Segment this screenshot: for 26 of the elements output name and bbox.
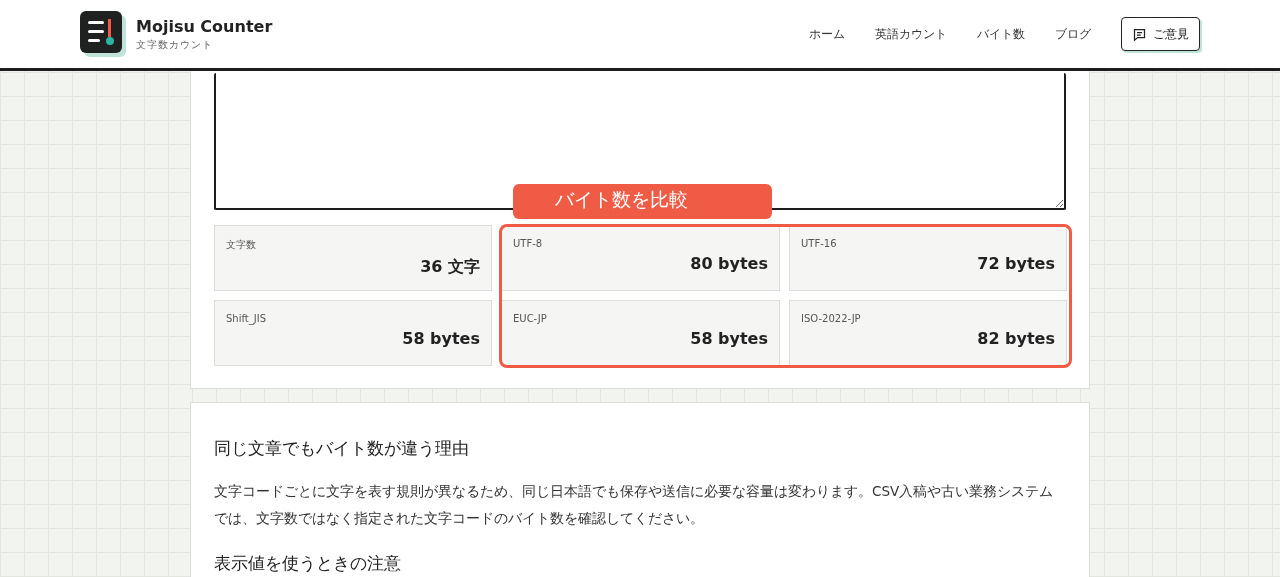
section-heading: 同じ文章でもバイト数が違う理由 bbox=[214, 437, 470, 460]
text-input-field[interactable] bbox=[214, 73, 1066, 210]
stat-value: 82 bytes bbox=[977, 329, 1055, 348]
stat-value: 36 文字 bbox=[420, 257, 480, 278]
nav-link[interactable]: バイト数 bbox=[977, 25, 1025, 43]
stat-label: ISO-2022-JP bbox=[801, 313, 862, 324]
stat-value: 58 bytes bbox=[690, 329, 768, 348]
site-title: Mojisu Counter bbox=[136, 16, 273, 36]
stat-label: UTF-16 bbox=[801, 238, 838, 249]
message-icon bbox=[1132, 26, 1147, 42]
stat-value: 80 bytes bbox=[690, 254, 768, 273]
stat-label: Shift_JIS bbox=[226, 313, 267, 324]
feedback-button[interactable]: ご意見 bbox=[1121, 17, 1200, 51]
nav-link[interactable]: ブログ bbox=[1055, 25, 1091, 43]
paragraph: 文字コードごとに文字を表す規則が異なるため、同じ日本語でも保存や送信に必要な容量は変わります。CSV入稿や古い業務システムでは、文字数ではなく指定された文字コードのバイト数を確認してください。 bbox=[214, 482, 1055, 528]
stat-value: 72 bytes bbox=[977, 254, 1055, 273]
section-heading: 表示値を使うときの注意 bbox=[214, 552, 402, 575]
site-subtitle: 文字数カウント bbox=[136, 37, 214, 52]
stat-label: EUC-JP bbox=[513, 313, 548, 324]
stat-label: UTF-8 bbox=[513, 238, 544, 249]
nav-link[interactable]: 英語カウント bbox=[875, 25, 947, 43]
logo-icon bbox=[80, 11, 126, 57]
callout-label: バイト数を比較 bbox=[513, 184, 772, 219]
stat-value: 58 bytes bbox=[402, 329, 480, 348]
nav-link[interactable]: ホーム bbox=[809, 25, 845, 43]
stat-label: 文字数 bbox=[226, 238, 257, 252]
